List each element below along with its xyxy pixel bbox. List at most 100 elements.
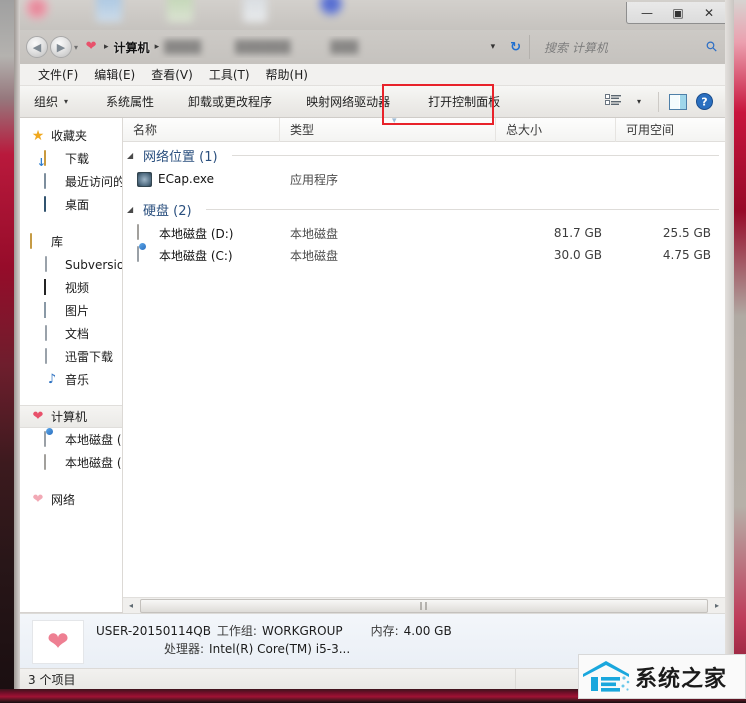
processor-label: 处理器: (164, 642, 205, 656)
computer-name: USER-20150114QB (96, 624, 211, 638)
scroll-left-arrow[interactable]: ◂ (123, 598, 139, 614)
breadcrumb-ghost-3: ███ (330, 40, 359, 54)
sidebar-group-libraries[interactable]: 库 (20, 230, 122, 253)
menu-help[interactable]: 帮助(H) (258, 64, 316, 85)
search-input[interactable]: 搜索 计算机 ⚲ (529, 35, 725, 59)
window-border-left (0, 0, 20, 703)
navigation-pane[interactable]: ★ 收藏夹 下载 最近访问的 桌面 库 Subversi (20, 118, 123, 612)
help-icon[interactable]: ? (691, 90, 717, 114)
chevron-down-icon[interactable]: ▾ (484, 42, 503, 52)
group-header-network-location[interactable]: ◢ 网络位置 (1) (123, 142, 725, 168)
desktop-icon (44, 195, 60, 213)
table-row[interactable]: 本地磁盘 (C:) 本地磁盘 30.0 GB 4.75 GB (123, 244, 725, 266)
organize-button[interactable]: 组织 ▾ (20, 89, 80, 115)
item-count-label: 3 个项目 (28, 672, 76, 687)
breadcrumb-ghost-2: ██████ (235, 40, 291, 54)
scroll-right-arrow[interactable]: ▸ (709, 598, 725, 614)
house-e-logo-icon (579, 657, 635, 697)
back-button[interactable]: ◀ (26, 36, 48, 58)
sidebar-label: Subversion (65, 257, 122, 272)
file-type-cell: 本地磁盘 (290, 226, 339, 241)
watermark-text: 系统之家 (635, 666, 728, 692)
collapse-triangle-icon[interactable]: ◢ (127, 205, 137, 214)
details-text: USER-20150114QB 工作组: WORKGROUP 内存: 4.00 … (96, 620, 452, 658)
sidebar-label: 本地磁盘 ( (65, 433, 122, 447)
table-row[interactable]: ECap.exe 应用程序 (123, 168, 725, 190)
sidebar-item-subversion[interactable]: Subversion (20, 253, 122, 276)
sidebar-label: 音乐 (65, 373, 90, 387)
document-icon (44, 255, 60, 273)
sidebar-item-thunder-download[interactable]: 迅雷下载 (20, 345, 122, 368)
sidebar-item-computer[interactable]: ❤ 计算机 (20, 405, 122, 428)
collapse-triangle-icon[interactable]: ◢ (127, 151, 137, 160)
group-header-hard-disks[interactable]: ◢ 硬盘 (2) (123, 196, 725, 222)
breadcrumb-separator-1[interactable]: ▸ (155, 42, 160, 52)
menu-edit[interactable]: 编辑(E) (86, 64, 143, 85)
view-dropdown-caret[interactable]: ▾ (626, 90, 652, 114)
sidebar-item-downloads[interactable]: 下载 (20, 147, 122, 170)
menu-view[interactable]: 查看(V) (143, 64, 201, 85)
svg-text:?: ? (701, 96, 707, 109)
file-name-label: 本地磁盘 (C:) (159, 248, 233, 263)
scrollbar-thumb[interactable]: ‖‖ (140, 598, 708, 613)
refresh-icon[interactable]: ↻ (502, 40, 529, 55)
file-free-cell: 4.75 GB (662, 248, 711, 262)
organize-label: 组织 (34, 95, 59, 109)
window-border-right-inner (725, 0, 734, 703)
breadcrumb[interactable]: ❤ ▸ 计算机 ▸ ████ ██████ ███ (83, 36, 484, 58)
desktop-icon-ghost-1 (24, 0, 50, 20)
details-line-2: 处理器: Intel(R) Core(TM) i5-3... (96, 640, 452, 658)
file-list-pane[interactable]: 名称 类型 ▾ 总大小 可用空间 ◢ 网络位置 (1) ECap.exe 应用程… (123, 118, 725, 612)
sidebar-item-desktop[interactable]: 桌面 (20, 193, 122, 216)
restore-button[interactable]: ▣ (663, 3, 693, 23)
sidebar-label: 网络 (51, 493, 76, 507)
desktop-icon-ghost-5 (318, 0, 344, 18)
preview-pane-icon[interactable] (665, 90, 691, 114)
menu-file[interactable]: 文件(F) (30, 64, 86, 85)
history-dropdown-icon[interactable]: ▾ (74, 43, 78, 52)
desktop-icon-ghost-2 (96, 0, 122, 22)
details-line-1: USER-20150114QB 工作组: WORKGROUP 内存: 4.00 … (96, 622, 452, 640)
scrollbar-track[interactable]: ‖‖ (139, 598, 709, 613)
column-header-total-size[interactable]: 总大小 (496, 118, 616, 142)
pictures-icon (44, 301, 60, 319)
uninstall-change-program-button[interactable]: 卸载或更改程序 (176, 89, 284, 115)
table-row[interactable]: 本地磁盘 (D:) 本地磁盘 81.7 GB 25.5 GB (123, 222, 725, 244)
sidebar-label: 视频 (65, 281, 90, 295)
forward-button[interactable]: ▶ (50, 36, 72, 58)
status-divider-1 (515, 669, 516, 690)
column-header-free-space[interactable]: 可用空间 (616, 118, 725, 142)
desktop-icon-ghost-4 (243, 0, 267, 22)
view-layout-icon[interactable] (600, 90, 626, 114)
horizontal-scrollbar[interactable]: ◂ ‖‖ ▸ (123, 597, 725, 613)
sidebar-label: 文档 (65, 327, 90, 341)
breadcrumb-item-computer[interactable]: 计算机 (114, 39, 150, 56)
menu-tools[interactable]: 工具(T) (201, 64, 258, 85)
column-header-type[interactable]: 类型 ▾ (280, 118, 496, 142)
sidebar-group-favorites[interactable]: ★ 收藏夹 (20, 124, 122, 147)
column-header-name[interactable]: 名称 (123, 118, 280, 142)
minimize-button[interactable]: — (632, 3, 662, 23)
sidebar-item-local-disk-d[interactable]: 本地磁盘 ( (20, 451, 122, 474)
open-control-panel-button[interactable]: 打开控制面板 (416, 89, 512, 115)
sidebar-item-music[interactable]: ♪ 音乐 (20, 368, 122, 391)
sidebar-label: 图片 (65, 304, 90, 318)
window-border-left-inner (14, 0, 20, 703)
file-free-cell: 25.5 GB (662, 226, 711, 240)
file-name-cell: ECap.exe (123, 171, 280, 187)
sidebar-item-network[interactable]: ❤ 网络 (20, 488, 122, 511)
star-icon: ★ (31, 127, 45, 144)
sidebar-item-pictures[interactable]: 图片 (20, 299, 122, 322)
map-network-drive-button[interactable]: 映射网络驱动器 (294, 89, 402, 115)
explorer-window: — ▣ ✕ ◀ ▶ ▾ ❤ ▸ 计算机 ▸ ████ ██████ ███ ▾ … (0, 0, 746, 703)
sidebar-item-local-disk-c[interactable]: 本地磁盘 ( (20, 428, 122, 451)
sidebar-item-documents[interactable]: 文档 (20, 322, 122, 345)
sidebar-item-recent-places[interactable]: 最近访问的 (20, 170, 122, 193)
system-properties-button[interactable]: 系统属性 (94, 89, 166, 115)
downloads-icon (44, 149, 60, 167)
close-button[interactable]: ✕ (694, 3, 724, 23)
sidebar-label: 迅雷下载 (65, 350, 114, 364)
sidebar-item-videos[interactable]: 视频 (20, 276, 122, 299)
sort-indicator-icon: ▾ (392, 118, 397, 126)
search-icon: ⚲ (702, 37, 722, 57)
